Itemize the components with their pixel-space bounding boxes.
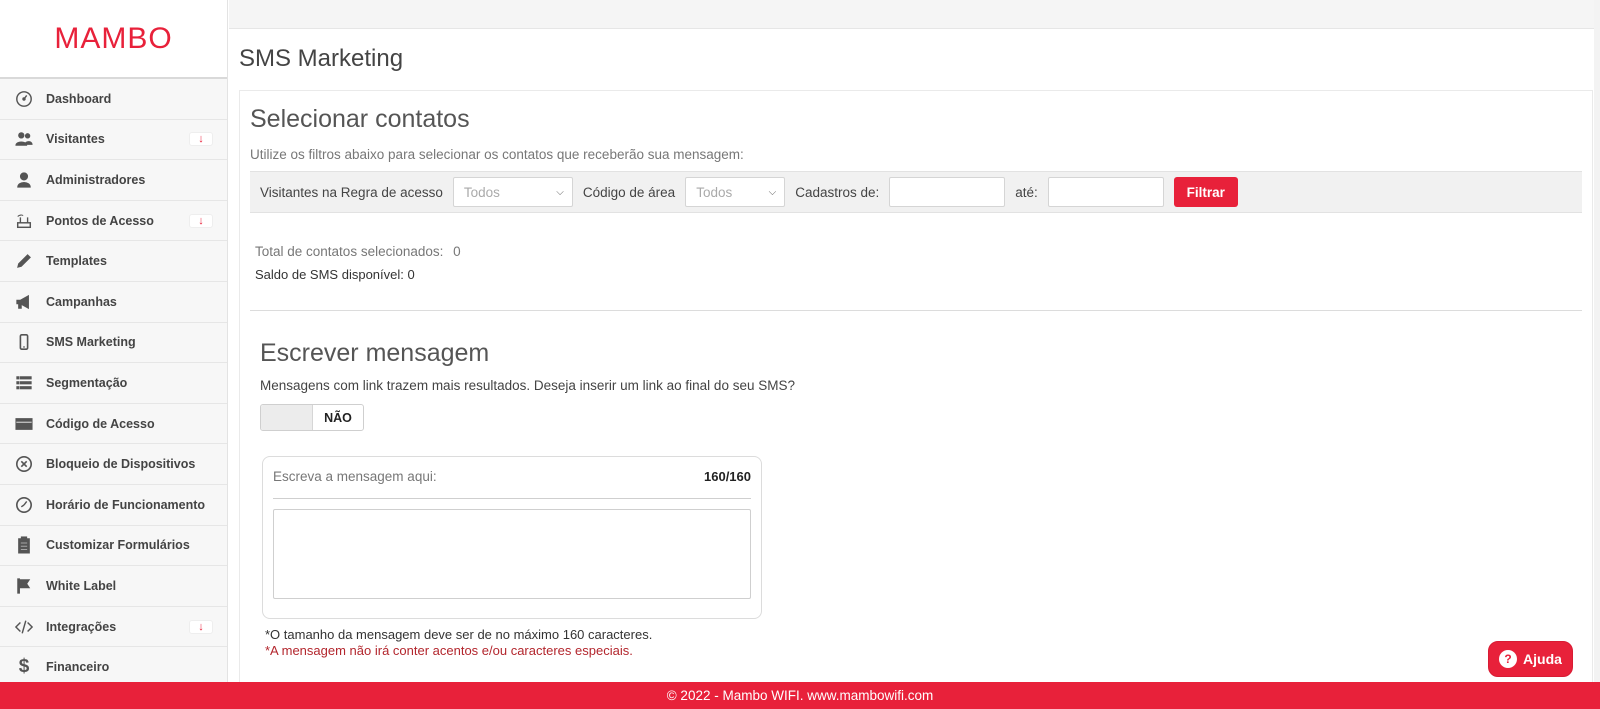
sidebar-item-dashboard[interactable]: Dashboard xyxy=(0,79,227,120)
link-question: Mensagens com link trazem mais resultado… xyxy=(260,378,795,393)
date-to-input[interactable] xyxy=(1047,177,1164,207)
rule-filter-label: Visitantes na Regra de acesso xyxy=(260,184,443,200)
sidebar-item-label: Campanhas xyxy=(46,294,117,309)
message-box: Escreva a mensagem aqui: 160/160 xyxy=(262,456,762,619)
date-to-label: até: xyxy=(1015,184,1038,200)
megaphone-icon xyxy=(14,292,34,312)
sidebar-item-integracoes[interactable]: Integrações ↓ xyxy=(0,606,227,648)
dashboard-gauge-icon xyxy=(14,89,34,109)
sidebar-item-templates[interactable]: Templates xyxy=(0,241,227,282)
area-code-select-value: Todos xyxy=(696,184,733,200)
toggle-knob xyxy=(261,405,313,430)
footer-text: © 2022 - Mambo WIFI. www.mambowifi.com xyxy=(666,688,934,703)
write-message-title: Escrever mensagem xyxy=(260,339,490,367)
message-placeholder: Escreva a mensagem aqui: xyxy=(273,469,437,484)
main-content: SMS Marketing Selecionar contatos Utiliz… xyxy=(229,29,1600,690)
sidebar-item-label: Financeiro xyxy=(46,660,110,675)
expand-arrow-icon[interactable]: ↓ xyxy=(189,619,213,634)
select-contacts-title: Selecionar contatos xyxy=(250,105,470,133)
sidebar: MAMBO Dashboard Visitantes ↓ Administrad… xyxy=(0,0,228,682)
sidebar-item-label: Customizar Formulários xyxy=(46,538,190,553)
sidebar-item-administradores[interactable]: Administradores xyxy=(0,160,227,201)
dollar-icon: $ xyxy=(18,656,30,678)
clock-icon xyxy=(14,495,34,515)
sidebar-item-customizar-formularios[interactable]: Customizar Formulários xyxy=(0,525,227,567)
users-icon xyxy=(14,129,34,149)
sidebar-item-label: Bloqueio de Dispositivos xyxy=(46,457,196,472)
select-contacts-description: Utilize os filtros abaixo para seleciona… xyxy=(250,147,744,162)
expand-arrow-icon[interactable]: ↓ xyxy=(189,213,213,228)
accents-note: *A mensagem não irá conter acentos e/ou … xyxy=(265,643,633,658)
flag-icon xyxy=(14,576,34,596)
section-divider xyxy=(250,310,1582,311)
pencil-icon xyxy=(14,251,34,271)
sidebar-item-bloqueio-de-dispositivos[interactable]: Bloqueio de Dispositivos xyxy=(0,444,227,485)
footer: © 2022 - Mambo WIFI. www.mambowifi.com xyxy=(0,682,1600,709)
sidebar-item-visitantes[interactable]: Visitantes ↓ xyxy=(0,119,227,161)
total-contacts: Total de contatos selecionados: 0 xyxy=(255,244,461,259)
sidebar-item-label: SMS Marketing xyxy=(46,335,136,350)
sidebar-item-label: Pontos de Acesso xyxy=(46,213,154,228)
clipboard-icon xyxy=(14,535,34,555)
sidebar-item-segmentacao[interactable]: Segmentação xyxy=(0,363,227,404)
sidebar-item-label: Administradores xyxy=(46,172,146,187)
sidebar-item-label: Segmentação xyxy=(46,375,128,390)
logo-text: MAMBO xyxy=(54,21,173,55)
sidebar-item-label: Templates xyxy=(46,254,107,269)
logo[interactable]: MAMBO xyxy=(0,0,227,79)
list-icon xyxy=(14,373,34,393)
code-icon xyxy=(14,617,34,637)
sidebar-item-campanhas[interactable]: Campanhas xyxy=(0,281,227,323)
char-counter: 160/160 xyxy=(704,469,751,484)
rule-select-value: Todos xyxy=(463,184,500,200)
sidebar-item-white-label[interactable]: White Label xyxy=(0,566,227,607)
sidebar-item-label: Integrações xyxy=(46,619,117,634)
message-header: Escreva a mensagem aqui: 160/160 xyxy=(273,469,751,499)
router-icon xyxy=(14,211,34,231)
rule-select[interactable]: Todos ⌵ xyxy=(452,177,573,207)
mobile-phone-icon xyxy=(14,332,34,352)
area-code-select[interactable]: Todos ⌵ xyxy=(685,177,786,207)
sidebar-item-sms-marketing[interactable]: SMS Marketing xyxy=(0,322,227,364)
user-icon xyxy=(14,170,34,190)
chevron-down-icon: ⌵ xyxy=(556,186,564,198)
credit-card-icon xyxy=(14,414,34,434)
help-button[interactable]: ? Ajuda xyxy=(1488,641,1573,677)
sidebar-item-financeiro[interactable]: $ Financeiro xyxy=(0,647,227,682)
page-title: SMS Marketing xyxy=(239,45,404,72)
question-icon: ? xyxy=(1499,650,1518,668)
date-from-label: Cadastros de: xyxy=(795,184,880,200)
length-note: *O tamanho da mensagem deve ser de no má… xyxy=(265,627,653,642)
toggle-label: NÃO xyxy=(324,410,352,425)
sidebar-item-horario-de-funcionamento[interactable]: Horário de Funcionamento xyxy=(0,484,227,526)
sms-card: Selecionar contatos Utilize os filtros a… xyxy=(239,90,1593,690)
sidebar-item-label: White Label xyxy=(46,578,117,593)
block-circle-icon xyxy=(14,454,34,474)
date-from-input[interactable] xyxy=(889,177,1006,207)
expand-arrow-icon[interactable]: ↓ xyxy=(189,132,213,147)
sidebar-item-pontos-de-acesso[interactable]: Pontos de Acesso ↓ xyxy=(0,200,227,242)
scrollbar[interactable] xyxy=(1594,0,1600,682)
help-label: Ajuda xyxy=(1523,651,1562,667)
sms-balance: Saldo de SMS disponível: 0 xyxy=(255,267,415,282)
message-textarea[interactable] xyxy=(273,509,751,599)
sidebar-item-label: Visitantes xyxy=(46,132,105,147)
filter-button[interactable]: Filtrar xyxy=(1173,177,1238,207)
sidebar-item-label: Horário de Funcionamento xyxy=(46,497,206,512)
sidebar-item-label: Dashboard xyxy=(46,91,112,106)
chevron-down-icon: ⌵ xyxy=(768,186,777,198)
total-contacts-value: 0 xyxy=(453,244,461,259)
top-bar xyxy=(229,0,1600,29)
sidebar-item-label: Código de Acesso xyxy=(46,416,155,431)
total-contacts-label: Total de contatos selecionados: xyxy=(255,244,444,259)
filter-bar: Visitantes na Regra de acesso Todos ⌵ Có… xyxy=(250,171,1582,213)
link-toggle[interactable]: NÃO xyxy=(260,404,364,431)
area-code-label: Código de área xyxy=(582,184,676,200)
sidebar-item-codigo-de-acesso[interactable]: Código de Acesso xyxy=(0,403,227,445)
